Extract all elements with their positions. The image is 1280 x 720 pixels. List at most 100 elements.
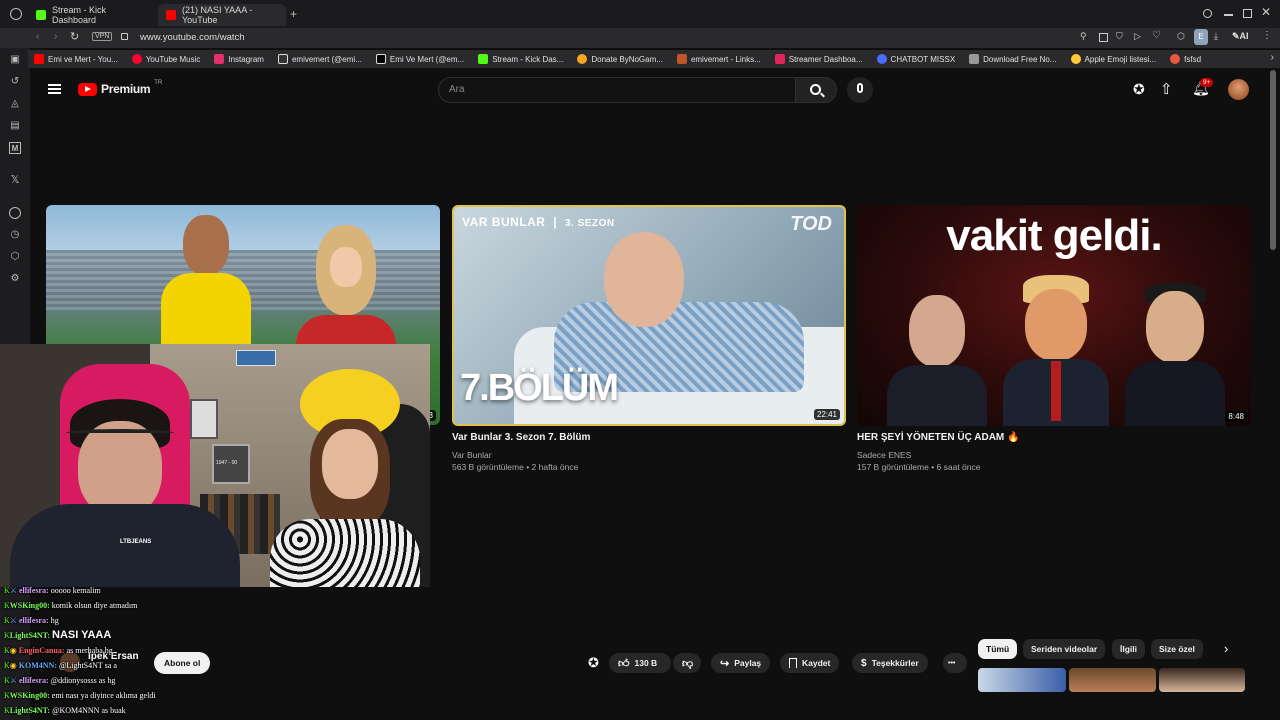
bookmark-item[interactable]: YouTube Music: [126, 54, 207, 64]
thumbs-up-icon: 👍︎: [618, 657, 630, 670]
bookmark-item[interactable]: Download Free No...: [963, 54, 1062, 64]
chat-message: KLightS4NT: @KOM4NNN as buak: [4, 706, 126, 715]
video-thumbnail[interactable]: VAR BUNLAR | 3. SEZON TOD 7.BÖLÜM 22:41: [452, 205, 846, 426]
more-icon: •••: [948, 659, 956, 667]
thanks-button[interactable]: $ Teşekkürler: [852, 653, 928, 673]
forward-icon[interactable]: ›: [54, 31, 57, 42]
bookmark-item[interactable]: Streamer Dashboa...: [769, 54, 869, 64]
whatsapp-icon[interactable]: [9, 207, 21, 219]
vpn-badge[interactable]: VPN: [92, 32, 113, 41]
download-icon[interactable]: ⤓: [1214, 31, 1218, 42]
m-icon[interactable]: M: [9, 142, 21, 154]
browser-logo-icon[interactable]: [10, 8, 22, 20]
chat-message: K⚔ ellifesra: hg: [4, 616, 59, 625]
more-actions-button[interactable]: •••: [943, 653, 967, 673]
x-icon[interactable]: 𝕏: [9, 174, 21, 186]
messenger-icon[interactable]: ▣: [9, 54, 21, 66]
related-thumbnail[interactable]: [978, 668, 1066, 692]
bookmark-page-icon[interactable]: ⚲: [1080, 31, 1087, 42]
chip-all[interactable]: Tümü: [978, 639, 1018, 659]
like-button[interactable]: 👍︎ 130 B: [609, 653, 671, 673]
thanks-label: Teşekkürler: [871, 658, 919, 668]
search-button[interactable]: [795, 77, 837, 103]
notifications-button[interactable]: 🔔︎ 9+: [1192, 78, 1214, 98]
video-title[interactable]: HER ŞEYİ YÖNETEN ÜÇ ADAM 🔥: [857, 432, 1019, 443]
video-duration: 22:41: [813, 409, 840, 420]
bookmark-label: emivemert (@emi...: [291, 54, 362, 64]
video-thumbnail[interactable]: vakit geldi. 8:48: [857, 205, 1251, 426]
logo-text: Premium: [101, 82, 151, 96]
youtube-logo[interactable]: Premium TR: [78, 80, 162, 96]
season-label: 3. SEZON: [565, 218, 615, 229]
clock-icon[interactable]: ◷: [9, 229, 21, 241]
history-icon[interactable]: ↺: [9, 76, 21, 88]
video-title[interactable]: Var Bunlar 3. Sezon 7. Bölüm: [452, 432, 590, 443]
bookmark-item[interactable]: Donate ByNoGam...: [571, 54, 669, 64]
tab-kick-dashboard[interactable]: Stream - Kick Dashboard: [28, 4, 154, 26]
bookmark-label: Emi Ve Mert (@em...: [389, 54, 465, 64]
back-icon[interactable]: ‹: [36, 31, 39, 42]
page-scrollbar[interactable]: [1270, 70, 1276, 250]
channel-name[interactable]: Sadece ENES: [857, 450, 911, 460]
share-button[interactable]: ↪ Paylaş: [711, 653, 771, 673]
person-right: [1125, 283, 1225, 426]
bookmark-favicon-icon: [876, 54, 887, 64]
avatar[interactable]: [1228, 79, 1249, 100]
bookmark-item[interactable]: emivemert (@emi...: [272, 54, 368, 64]
bookmark-item[interactable]: fsfsd: [1164, 54, 1207, 64]
chat-text: ooooo kemalim: [50, 586, 101, 595]
chat-username: ellifesra:: [18, 616, 49, 625]
bookmark-item[interactable]: Stream - Kick Das...: [472, 54, 569, 64]
bookmark-item[interactable]: Instagram: [208, 54, 270, 64]
create-icon[interactable]: ✪: [1133, 81, 1145, 98]
extensions-icon[interactable]: ⬡: [1177, 31, 1185, 42]
voice-search-button[interactable]: [847, 77, 873, 103]
cube-icon[interactable]: ⬡: [9, 251, 21, 263]
browser-tab-bar: Stream - Kick Dashboard (21) NASI YAAA -…: [0, 0, 1280, 28]
menu-icon[interactable]: ⋮: [1262, 30, 1272, 41]
youtube-play-icon: [78, 82, 97, 96]
bookmark-item[interactable]: emivemert - Links...: [671, 54, 767, 64]
bookmark-favicon-icon: [1170, 54, 1181, 64]
wallet-icon[interactable]: ◬: [9, 98, 21, 110]
heart-icon[interactable]: ♡: [1152, 30, 1161, 41]
chip-series[interactable]: Seriden videolar: [1023, 639, 1106, 659]
notification-count: 9+: [1200, 78, 1214, 87]
channel-name[interactable]: Var Bunlar: [452, 450, 492, 460]
url-input[interactable]: www.youtube.com/watch: [140, 32, 245, 43]
chat-text: @LightS4NT sa a: [58, 661, 117, 670]
reload-icon[interactable]: ↻: [70, 30, 79, 43]
bookmark-item[interactable]: Apple Emoji listesi...: [1065, 54, 1163, 64]
chevron-right-icon[interactable]: ›: [1224, 641, 1228, 656]
chip-for-you[interactable]: Size özel: [1151, 639, 1203, 659]
bookmark-item[interactable]: Emi ve Mert - You...: [28, 54, 124, 64]
new-tab-button[interactable]: +: [290, 7, 297, 21]
chat-text: hg: [50, 616, 59, 625]
chip-related[interactable]: İlgili: [1112, 639, 1145, 659]
related-thumbnail[interactable]: [1159, 668, 1245, 692]
search-tabs-icon[interactable]: [1203, 9, 1212, 18]
bookmarks-overflow-icon[interactable]: ›: [1271, 52, 1274, 63]
minimize-icon[interactable]: [1224, 14, 1233, 16]
tab-youtube[interactable]: (21) NASI YAAA - YouTube: [158, 4, 286, 26]
settings-icon[interactable]: ⚙: [9, 273, 21, 285]
search-input[interactable]: Ara: [438, 77, 796, 103]
shield-icon[interactable]: ⛉: [1116, 31, 1123, 42]
save-button[interactable]: Kaydet: [780, 653, 840, 673]
bookmark-label: YouTube Music: [145, 54, 201, 64]
upload-icon[interactable]: ⇧: [1160, 80, 1173, 98]
bookmark-label: emivemert - Links...: [690, 54, 761, 64]
dislike-button[interactable]: 👎︎: [673, 653, 701, 673]
screenshot-icon[interactable]: [1099, 33, 1108, 42]
notes-icon[interactable]: ▤: [9, 120, 21, 132]
bookmark-item[interactable]: CHATBOT MISSX: [871, 54, 962, 64]
related-thumbnail[interactable]: [1069, 668, 1156, 692]
maximize-icon[interactable]: [1243, 9, 1252, 18]
close-icon[interactable]: ✕: [1261, 5, 1271, 19]
sparkle-icon[interactable]: ✪: [588, 655, 599, 671]
play-icon[interactable]: ▷: [1134, 31, 1141, 42]
ai-button[interactable]: ✎AI: [1232, 31, 1249, 42]
bookmark-item[interactable]: Emi Ve Mert (@em...: [370, 54, 470, 64]
profile-badge[interactable]: E: [1194, 29, 1208, 45]
hamburger-menu-icon[interactable]: [48, 84, 61, 94]
